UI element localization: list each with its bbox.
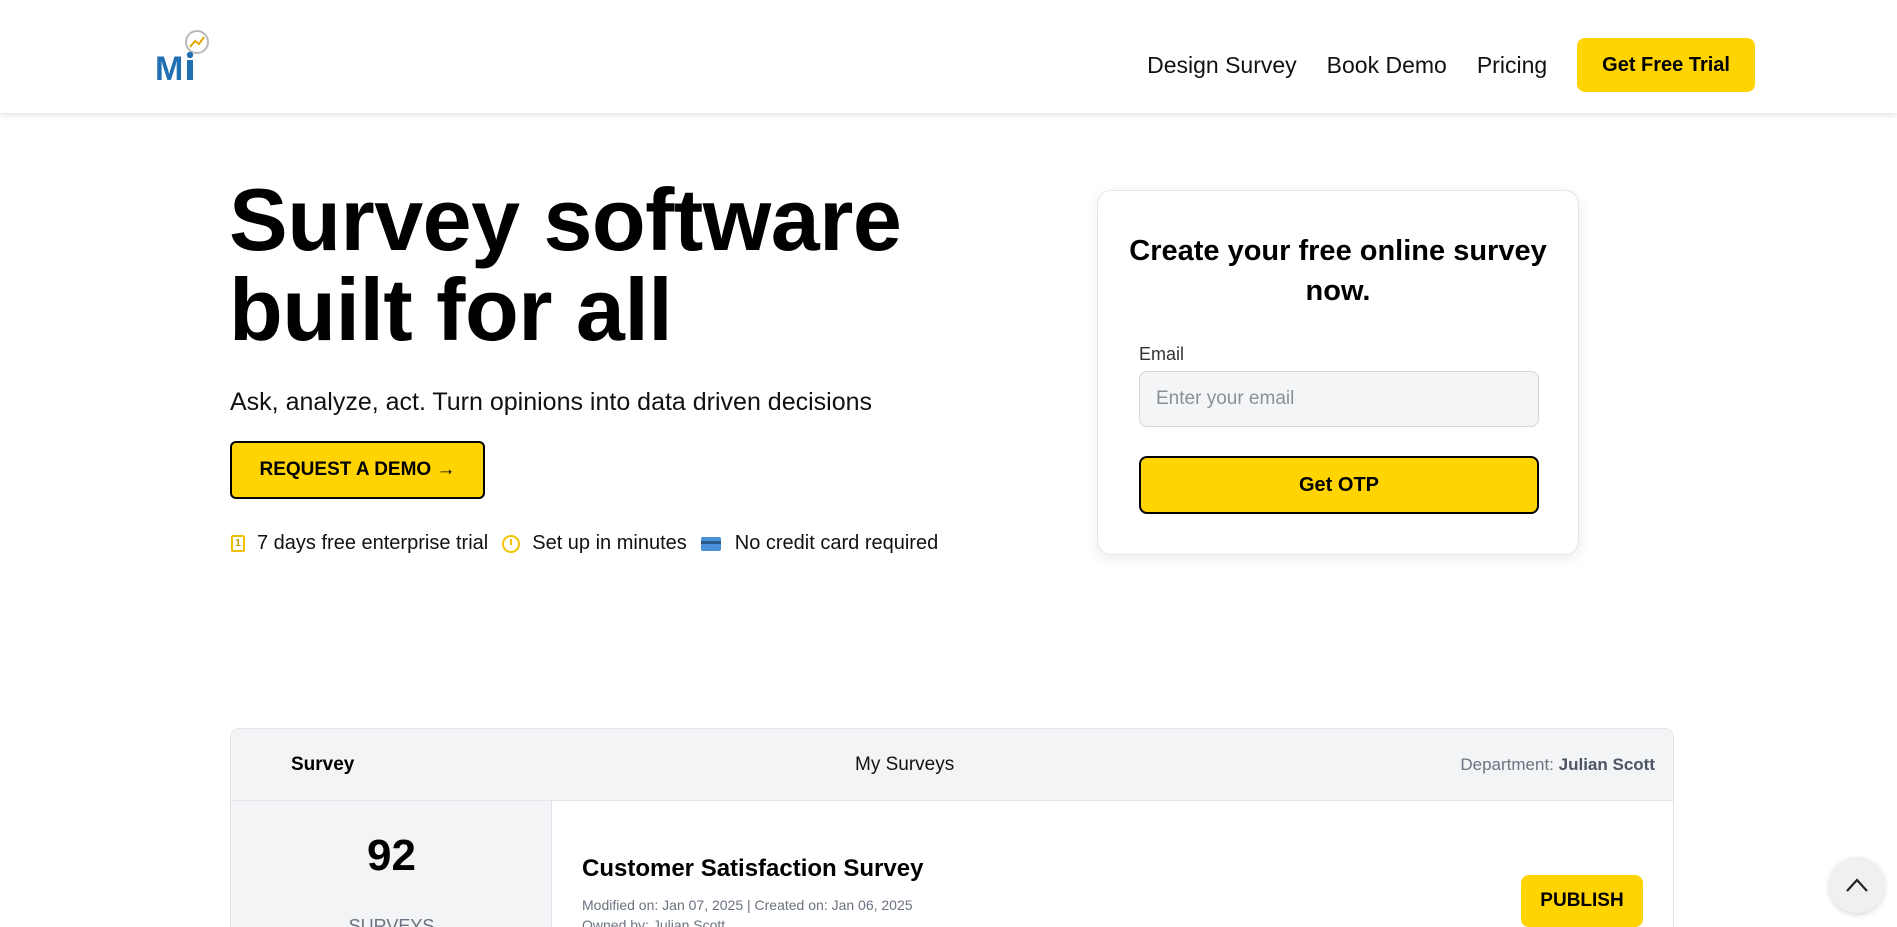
feature-item: 1 7 days free enterprise trial	[231, 532, 488, 555]
signup-title: Create your free online survey now.	[1129, 235, 1547, 307]
site-header: M Design Survey Book Demo Pricing Get Fr…	[0, 0, 1897, 113]
hero-title-line-2: built for all	[229, 260, 673, 359]
credit-card-icon	[700, 536, 721, 551]
signup-card: Create your free online survey now. Emai…	[1097, 190, 1579, 555]
feature-item: No credit card required	[700, 532, 939, 555]
feature-label: Set up in minutes	[532, 532, 687, 554]
department-value: Julian Scott	[1558, 755, 1655, 774]
survey-owner: Owned by: Julian Scott	[582, 917, 726, 927]
chevron-up-icon	[1846, 878, 1868, 892]
feature-label: No credit card required	[734, 532, 939, 554]
get-otp-button[interactable]: Get OTP	[1139, 456, 1539, 514]
nav-pricing[interactable]: Pricing	[1477, 52, 1547, 79]
hero-title: Survey software built for all	[229, 175, 949, 355]
main-nav: Design Survey Book Demo Pricing Get Free…	[1147, 38, 1755, 92]
feature-item: Set up in minutes	[502, 532, 687, 555]
survey-title[interactable]: Customer Satisfaction Survey	[582, 855, 923, 883]
nav-book-demo[interactable]: Book Demo	[1327, 52, 1447, 79]
dashboard-sidebar: 92 SURVEYS	[231, 801, 552, 927]
nav-design-survey[interactable]: Design Survey	[1147, 52, 1297, 79]
department-label: Department:	[1460, 755, 1554, 774]
feature-list: 1 7 days free enterprise trial Set up in…	[231, 532, 952, 555]
request-demo-button[interactable]: REQUEST A DEMO →	[230, 441, 485, 499]
feature-label: 7 days free enterprise trial	[257, 532, 489, 554]
survey-dates: Modified on: Jan 07, 2025 | Created on: …	[582, 897, 913, 913]
email-label: Email	[1139, 344, 1185, 364]
survey-count-label: SURVEYS	[348, 916, 435, 927]
department-info: Department: Julian Scott	[1460, 755, 1655, 775]
dashboard-preview: Survey My Surveys Department: Julian Sco…	[230, 728, 1674, 927]
dashboard-header: Survey My Surveys Department: Julian Sco…	[231, 729, 1673, 801]
calendar-icon: 1	[231, 535, 245, 552]
brand-logo[interactable]: M	[155, 30, 215, 88]
scroll-to-top-button[interactable]	[1829, 857, 1885, 913]
my-surveys-title: My Surveys	[855, 754, 955, 775]
hero-subtitle: Ask, analyze, act. Turn opinions into da…	[230, 388, 873, 416]
email-field[interactable]	[1139, 371, 1539, 427]
publish-button[interactable]: PUBLISH	[1521, 875, 1643, 927]
get-free-trial-button[interactable]: Get Free Trial	[1577, 38, 1755, 92]
hero-title-line-1: Survey software	[229, 170, 902, 269]
tab-survey[interactable]: Survey	[291, 754, 354, 776]
stopwatch-icon	[502, 534, 521, 553]
svg-text:M: M	[155, 50, 183, 84]
survey-count: 92	[367, 831, 416, 880]
